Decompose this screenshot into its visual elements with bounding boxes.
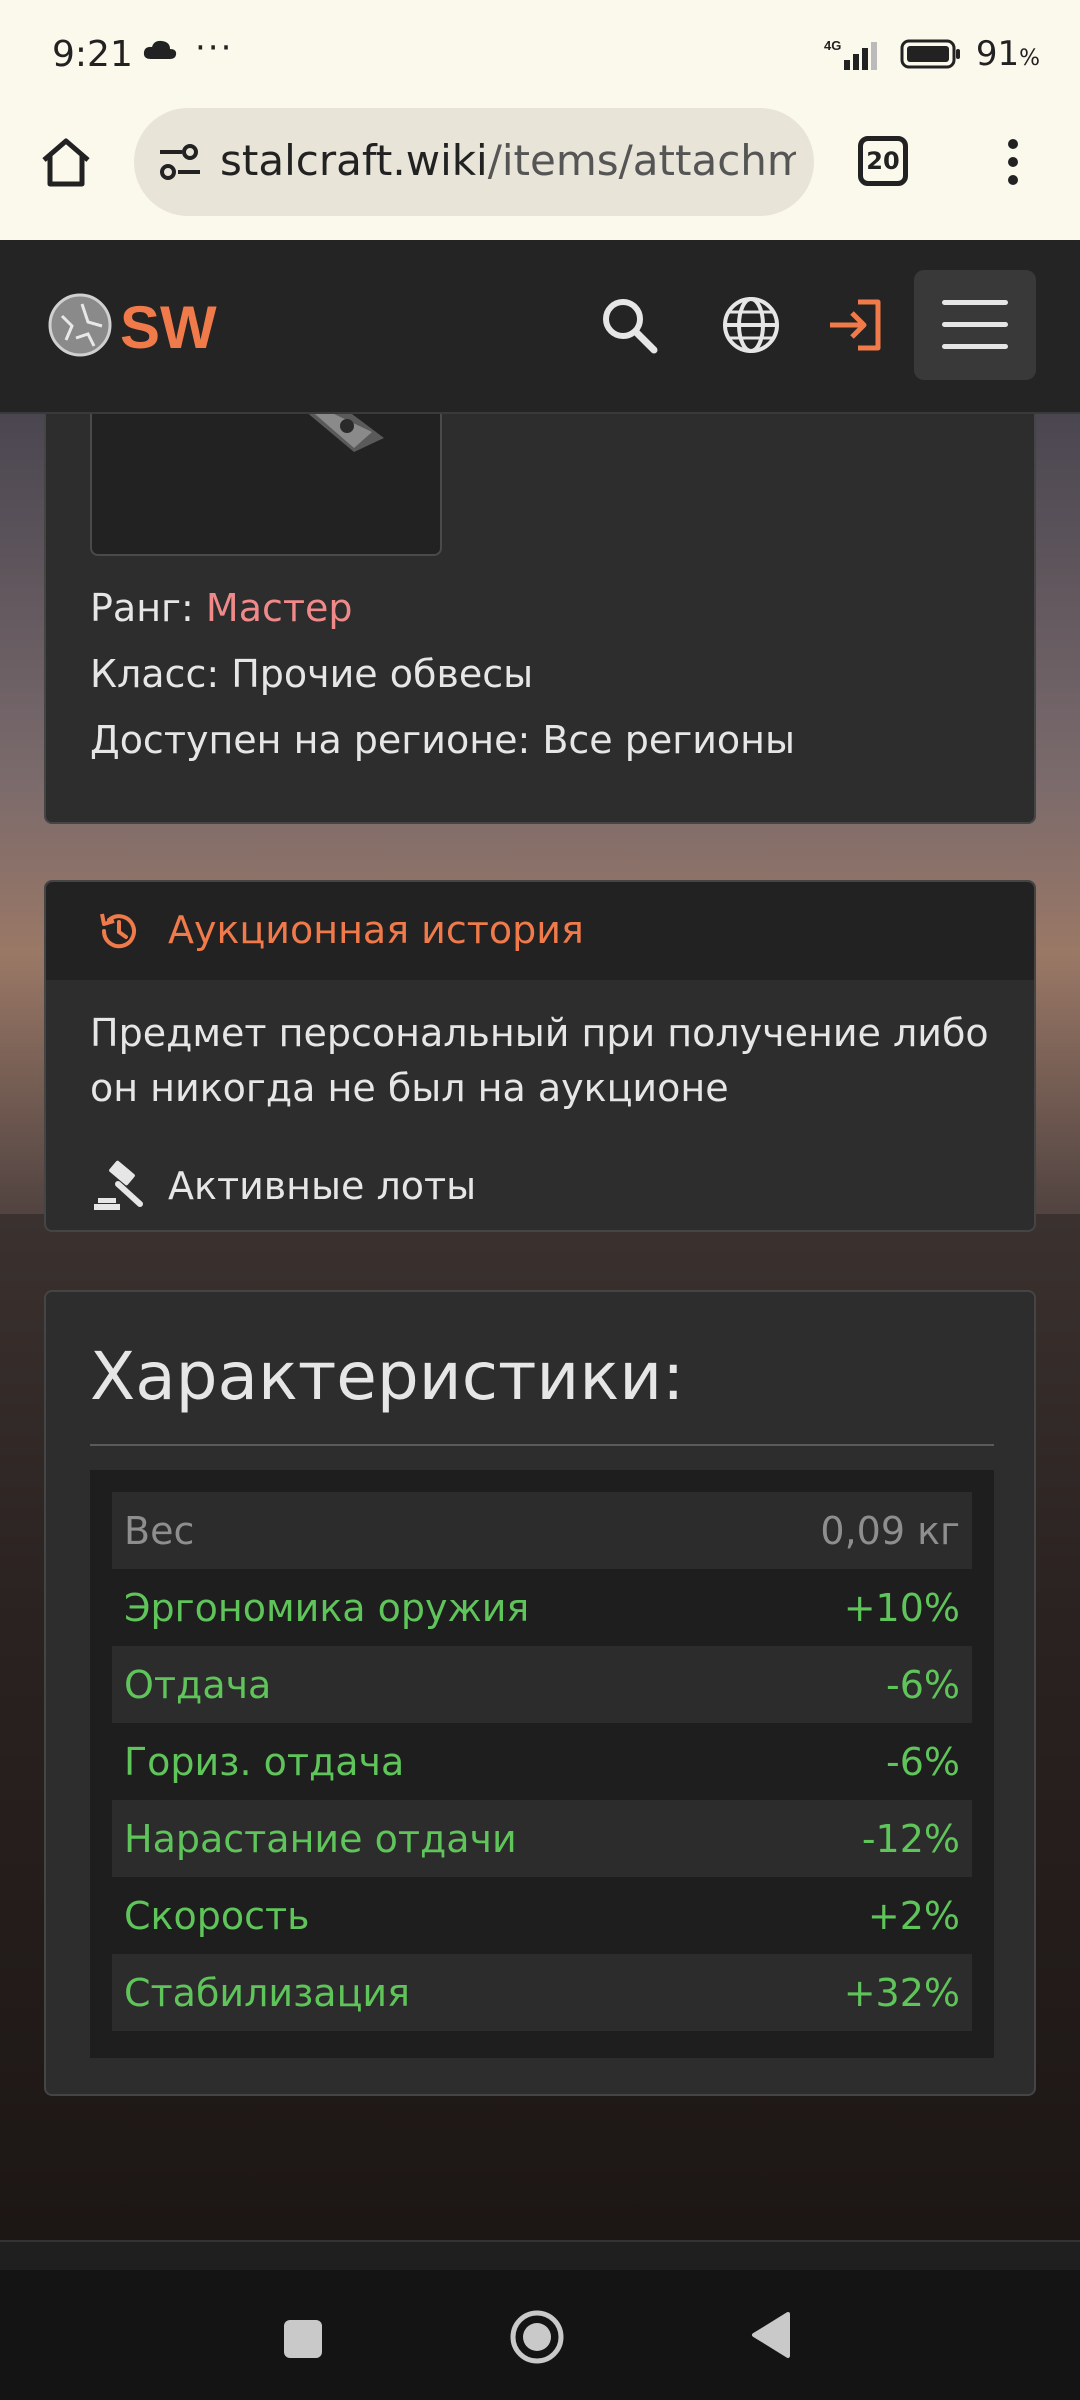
home-circle-icon[interactable] xyxy=(508,2308,566,2366)
spec-value: +2% xyxy=(867,1893,960,1938)
auction-history-card: Аукционная история Предмет персональный … xyxy=(44,880,1036,1232)
url-bar[interactable]: stalcraft.wiki/items/attachmen xyxy=(134,108,814,216)
system-navigation-bar xyxy=(0,2270,1080,2400)
signal-icon: 4G xyxy=(824,38,877,70)
hamburger-menu-button[interactable] xyxy=(914,270,1036,380)
spec-row-recoil: Отдача -6% xyxy=(112,1646,972,1723)
gavel-icon xyxy=(94,1160,143,1210)
logo-text: SW xyxy=(120,294,217,361)
home-icon[interactable] xyxy=(36,132,96,192)
spec-label: Скорость xyxy=(124,1893,310,1938)
auction-history-title: Аукционная история xyxy=(168,908,584,952)
status-bar: 9:21 ··· 4G 91% xyxy=(0,0,1080,108)
spec-value: -6% xyxy=(886,1739,960,1784)
site-settings-icon[interactable] xyxy=(156,138,204,186)
page-footer-edge xyxy=(0,2240,1080,2270)
recent-apps-button[interactable] xyxy=(284,2320,322,2358)
browser-menu-icon[interactable] xyxy=(998,132,1028,192)
item-class: Класс: Прочие обвесы xyxy=(90,652,534,696)
specs-table: Вес 0,09 кг Эргономика оружия +10% Отдач… xyxy=(90,1470,994,2058)
spec-value: -12% xyxy=(861,1816,960,1861)
item-info-card: Ранг: Мастер Класс: Прочие обвесы Доступ… xyxy=(44,380,1036,824)
spec-value: +32% xyxy=(843,1970,960,2015)
specs-title: Характеристики: xyxy=(90,1338,685,1415)
divider xyxy=(90,1444,994,1446)
tab-switcher-button[interactable]: 20 xyxy=(858,136,908,186)
spec-row-weight: Вес 0,09 кг xyxy=(112,1492,972,1569)
spec-row-speed: Скорость +2% xyxy=(112,1877,972,1954)
spec-label: Вес xyxy=(124,1508,195,1553)
browser-toolbar: stalcraft.wiki/items/attachmen 20 xyxy=(0,108,1080,240)
search-icon[interactable] xyxy=(596,292,662,358)
url-text[interactable]: stalcraft.wiki/items/attachmen xyxy=(220,136,796,185)
status-dots: ··· xyxy=(195,28,234,68)
rank-value: Мастер xyxy=(205,586,353,630)
spec-value: 0,09 кг xyxy=(820,1508,960,1553)
specs-card: Характеристики: Вес 0,09 кг Эргономика о… xyxy=(44,1290,1036,2096)
auction-history-header[interactable]: Аукционная история xyxy=(46,882,1034,980)
battery-percent: 91% xyxy=(975,34,1040,74)
spec-row-stabilization: Стабилизация +32% xyxy=(112,1954,972,2031)
status-time: 9:21 xyxy=(52,34,133,75)
site-header: SW xyxy=(0,240,1080,414)
cloud-icon xyxy=(143,40,177,59)
spec-label: Нарастание отдачи xyxy=(124,1816,517,1861)
site-logo[interactable]: SW xyxy=(48,286,248,364)
language-globe-icon[interactable] xyxy=(718,292,784,358)
active-lots-link[interactable]: Активные лоты xyxy=(168,1164,476,1208)
spec-row-horizontal-recoil: Гориз. отдача -6% xyxy=(112,1723,972,1800)
history-icon xyxy=(100,913,136,949)
back-triangle-icon[interactable] xyxy=(748,2310,792,2360)
spec-row-recoil-growth: Нарастание отдачи -12% xyxy=(112,1800,972,1877)
spec-value: -6% xyxy=(886,1662,960,1707)
network-label: 4G xyxy=(824,38,841,53)
spec-row-ergonomics: Эргономика оружия +10% xyxy=(112,1569,972,1646)
login-icon[interactable] xyxy=(824,292,890,358)
auction-message: Предмет персональный при получение либо … xyxy=(90,1011,989,1110)
spec-label: Эргономика оружия xyxy=(124,1585,530,1630)
spec-label: Отдача xyxy=(124,1662,272,1707)
item-region: Доступен на регионе: Все регионы xyxy=(90,718,796,762)
item-rank: Ранг: Мастер xyxy=(90,586,353,630)
spec-label: Гориз. отдача xyxy=(124,1739,405,1784)
spec-label: Стабилизация xyxy=(124,1970,410,2015)
battery-icon xyxy=(900,39,960,69)
spec-value: +10% xyxy=(843,1585,960,1630)
